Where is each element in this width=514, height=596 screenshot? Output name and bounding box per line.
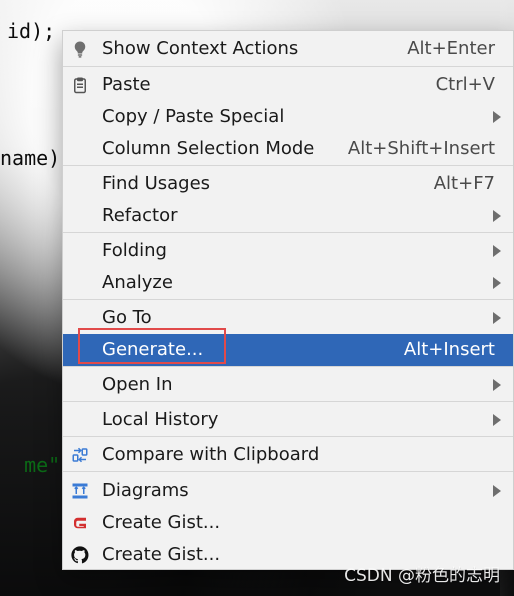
menu-item-generate[interactable]: Generate... Alt+Insert (63, 334, 513, 366)
menu-separator (63, 366, 513, 367)
menu-item-label: Create Gist... (102, 544, 221, 565)
menu-item-label: Open In (102, 374, 173, 395)
menu-item-find-usages[interactable]: Find Usages Alt+F7 (63, 168, 513, 200)
submenu-arrow-icon (493, 485, 501, 497)
lightbulb-icon (74, 41, 86, 58)
menu-item-create-gist-github[interactable]: Create Gist... (63, 539, 513, 571)
menu-item-label: Refactor (102, 205, 178, 226)
menu-item-refactor[interactable]: Refactor (63, 200, 513, 232)
submenu-arrow-icon (493, 277, 501, 289)
editor-context-menu: Show Context Actions Alt+Enter Paste Ctr… (62, 30, 514, 570)
menu-separator (63, 401, 513, 402)
submenu-arrow-icon (493, 210, 501, 222)
menu-separator (63, 299, 513, 300)
menu-item-go-to[interactable]: Go To (63, 302, 513, 334)
menu-separator (63, 471, 513, 472)
menu-item-copy-paste-special[interactable]: Copy / Paste Special (63, 101, 513, 133)
gitee-icon (74, 517, 86, 529)
menu-item-shortcut: Alt+F7 (433, 173, 495, 194)
menu-separator (63, 165, 513, 166)
menu-item-compare-with-clipboard[interactable]: Compare with Clipboard (63, 439, 513, 471)
menu-item-label: Create Gist... (102, 512, 221, 533)
menu-item-local-history[interactable]: Local History (63, 404, 513, 436)
clipboard-icon (74, 77, 86, 94)
menu-item-label: Go To (102, 307, 152, 328)
menu-item-label: Column Selection Mode (102, 138, 315, 159)
menu-item-paste[interactable]: Paste Ctrl+V (63, 69, 513, 101)
submenu-arrow-icon (493, 312, 501, 324)
menu-item-label: Copy / Paste Special (102, 106, 285, 127)
github-icon (71, 546, 89, 564)
menu-separator (63, 436, 513, 437)
menu-item-analyze[interactable]: Analyze (63, 267, 513, 299)
menu-item-label: Folding (102, 240, 167, 261)
submenu-arrow-icon (493, 111, 501, 123)
menu-item-shortcut: Ctrl+V (435, 74, 495, 95)
menu-item-label: Paste (102, 74, 151, 95)
menu-item-column-selection-mode[interactable]: Column Selection Mode Alt+Shift+Insert (63, 133, 513, 165)
menu-item-shortcut: Alt+Insert (403, 339, 495, 360)
diagram-icon (72, 483, 88, 499)
menu-item-create-gist-gitee[interactable]: Create Gist... (63, 507, 513, 539)
menu-item-label: Compare with Clipboard (102, 444, 320, 465)
submenu-arrow-icon (493, 245, 501, 257)
compare-icon (72, 447, 88, 463)
menu-item-diagrams[interactable]: Diagrams (63, 475, 513, 507)
menu-item-label: Diagrams (102, 480, 189, 501)
submenu-arrow-icon (493, 414, 501, 426)
menu-item-open-in[interactable]: Open In (63, 369, 513, 401)
menu-item-label: Analyze (102, 272, 173, 293)
menu-item-folding[interactable]: Folding (63, 235, 513, 267)
menu-separator (63, 66, 513, 67)
submenu-arrow-icon (493, 379, 501, 391)
menu-item-label: Find Usages (102, 173, 211, 194)
menu-item-label: Local History (102, 409, 219, 430)
menu-item-show-context-actions[interactable]: Show Context Actions Alt+Enter (63, 33, 513, 65)
menu-item-label: Generate... (102, 339, 204, 360)
menu-item-shortcut: Alt+Shift+Insert (347, 138, 495, 159)
menu-item-label: Show Context Actions (102, 38, 299, 59)
menu-separator (63, 232, 513, 233)
menu-item-shortcut: Alt+Enter (407, 38, 495, 59)
